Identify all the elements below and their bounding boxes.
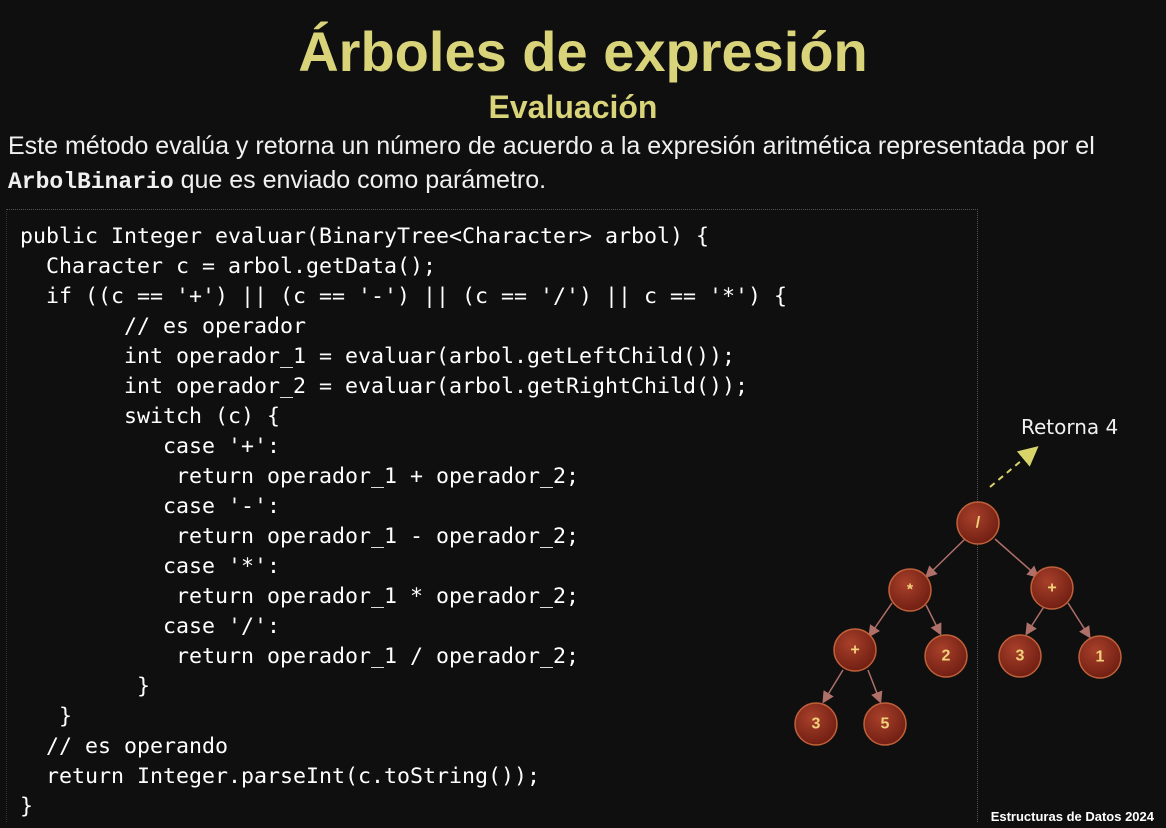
tree-node-root: / [956,501,1000,545]
tree-edge [867,669,883,704]
return-arrow [989,446,1039,488]
tree-edge [1025,604,1046,636]
tree-edge [994,538,1040,578]
tree-edge [822,669,844,704]
node-label: / [976,515,981,532]
expression-tree: / * + + 2 3 1 3 5 [794,446,1122,746]
tree-node: 5 [863,702,907,746]
tree-node: 1 [1078,635,1122,679]
tree-node: 3 [794,702,838,746]
tree-node: + [833,628,877,672]
node-label: 3 [1016,648,1025,665]
node-label: * [907,582,914,599]
tree-edge [1067,602,1091,639]
tree-edge [925,604,942,636]
node-label: + [1047,580,1056,597]
node-label: + [850,642,859,659]
node-label: 2 [942,648,951,665]
tree-node: 2 [924,634,968,678]
tree-edge [924,538,966,579]
tree-node: + [1030,566,1074,610]
footer: Estructuras de Datos 2024 [990,809,1154,824]
node-label: 1 [1096,649,1105,666]
node-label: 5 [881,716,890,733]
tree-node: * [888,568,932,612]
tree-edge [868,602,893,638]
node-label: 3 [812,716,821,733]
tree-node: 3 [998,634,1042,678]
